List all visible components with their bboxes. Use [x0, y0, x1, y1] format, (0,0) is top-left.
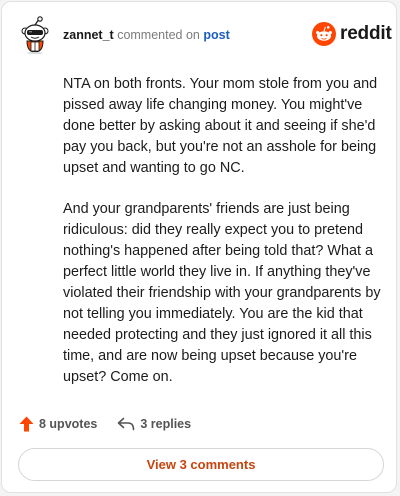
upvotes-count: 8 upvotes — [39, 417, 98, 431]
brand-wordmark: reddit — [340, 23, 392, 44]
action-text: commented on — [117, 28, 200, 42]
reply-arrow-icon — [118, 417, 135, 431]
reddit-logo-icon — [312, 22, 336, 46]
username-link[interactable]: zannet_t — [63, 28, 114, 42]
snoo-avatar-icon[interactable] — [20, 16, 50, 54]
replies-count: 3 replies — [140, 417, 192, 431]
comment-paragraph: NTA on both fronts. Your mom stole from … — [63, 76, 378, 176]
comment-paragraph: And your grandparents' friends are just … — [63, 201, 381, 385]
comment-card: zannet_t commented on post reddit NTA on… — [1, 1, 397, 493]
comment-body: NTA on both fronts. Your mom stole from … — [63, 74, 381, 408]
reddit-brand[interactable]: reddit — [312, 22, 392, 46]
upvote-arrow-icon — [19, 416, 34, 432]
upvote-button[interactable]: 8 upvotes — [19, 416, 97, 432]
comment-actions: 8 upvotes 3 replies — [19, 416, 191, 432]
replies-button[interactable]: 3 replies — [117, 417, 191, 431]
comment-meta: zannet_t commented on post — [63, 27, 230, 43]
post-link[interactable]: post — [203, 28, 229, 42]
view-comments-button[interactable]: View 3 comments — [18, 448, 384, 481]
